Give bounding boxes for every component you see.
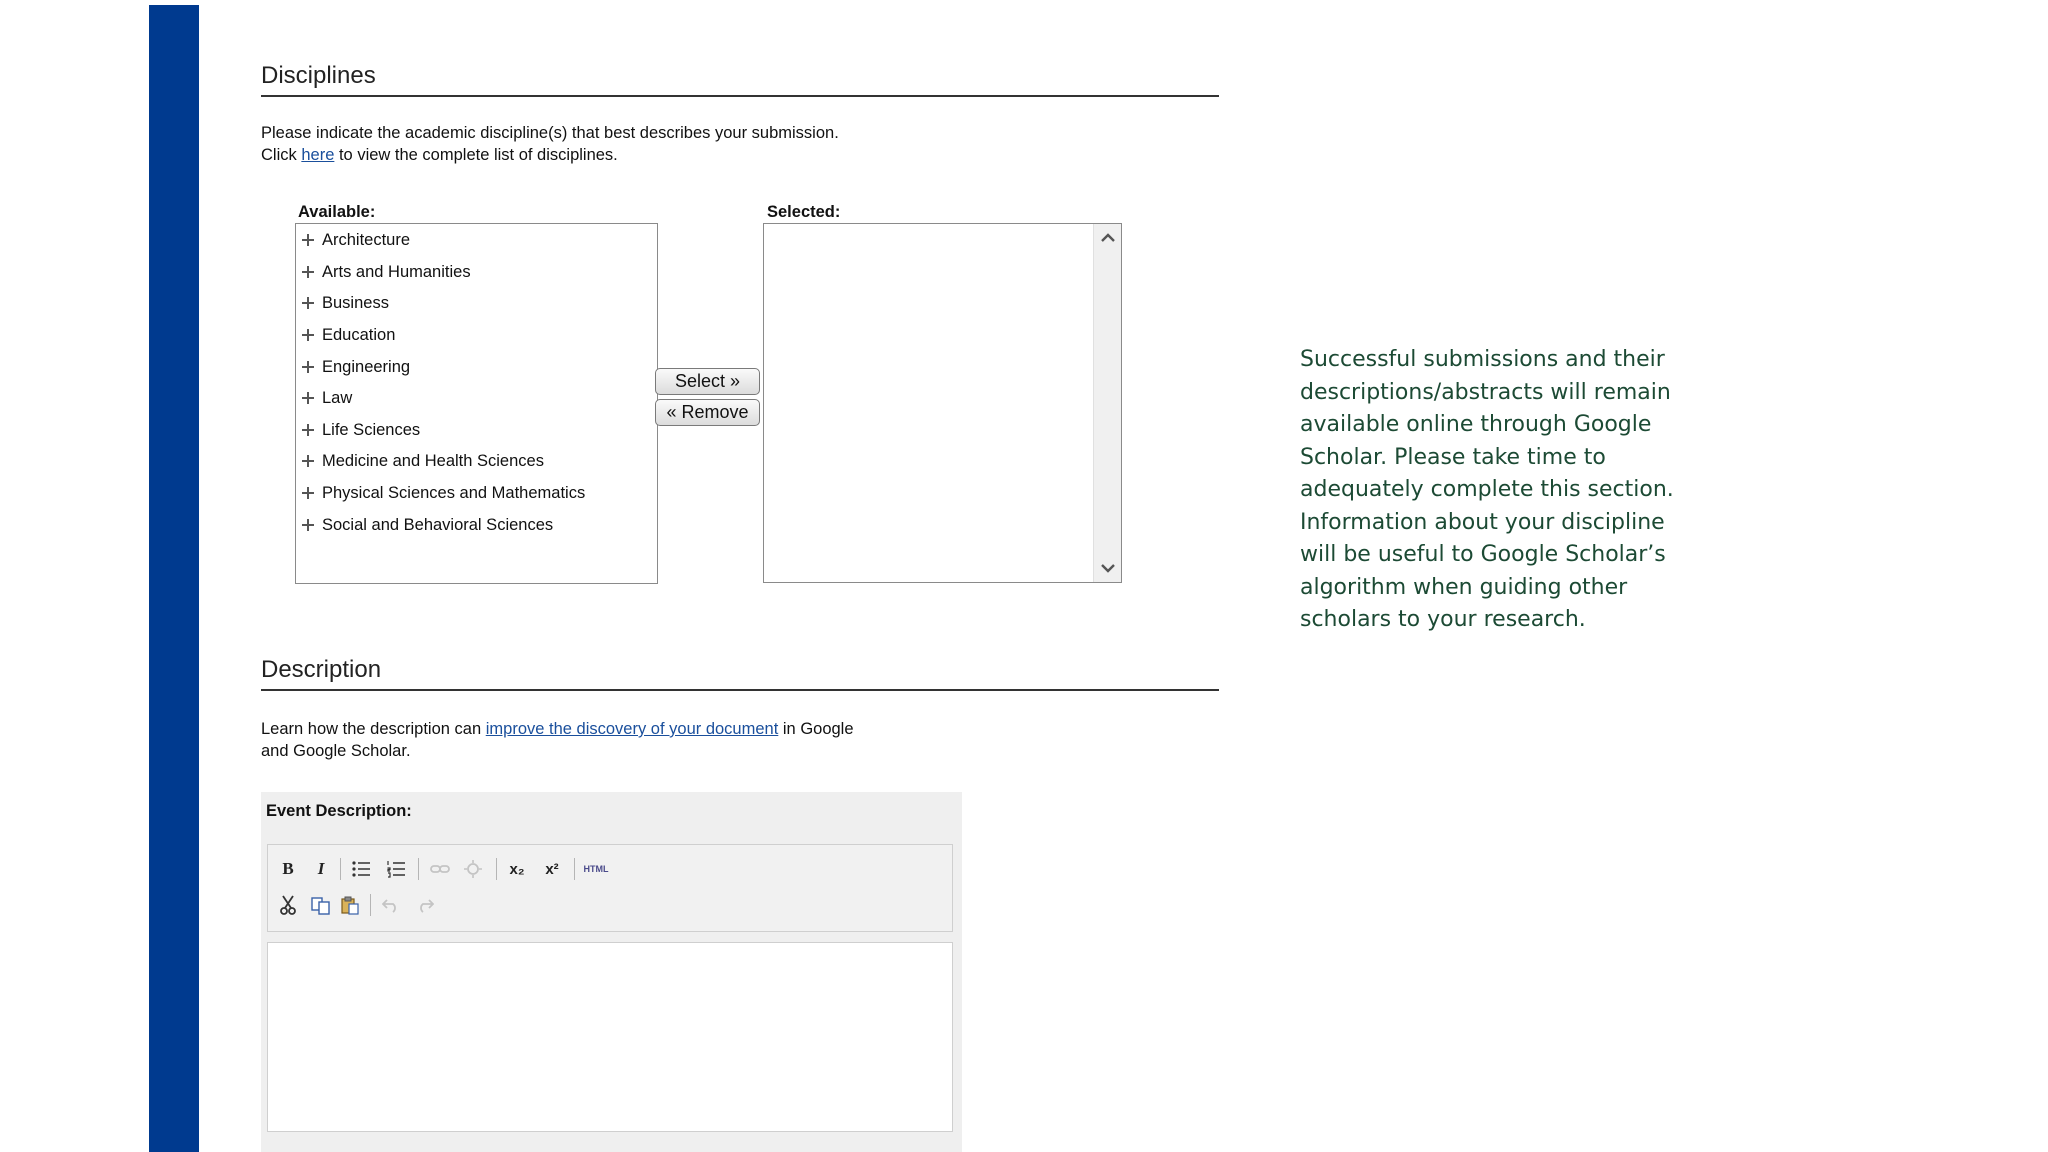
instruction-rest-text: to view the complete list of disciplines… bbox=[338, 146, 618, 164]
tree-item-label: Social and Behavioral Sciences bbox=[322, 515, 554, 534]
toolbar-separator bbox=[418, 858, 419, 880]
disciplines-divider bbox=[261, 95, 1219, 97]
tree-item-business[interactable]: Business bbox=[296, 291, 389, 315]
disciplines-list-link[interactable]: here bbox=[301, 146, 334, 164]
instruction-line-2: Click here to view the complete list of … bbox=[261, 144, 839, 166]
expand-plus-icon[interactable] bbox=[302, 519, 314, 531]
bulleted-list-icon[interactable] bbox=[349, 857, 373, 881]
bold-button[interactable]: B bbox=[276, 857, 300, 881]
tree-item-label: Engineering bbox=[322, 357, 411, 376]
select-button[interactable]: Select » bbox=[655, 368, 760, 395]
tree-item-label: Arts and Humanities bbox=[322, 262, 471, 281]
toolbar-separator bbox=[340, 858, 341, 880]
cut-icon[interactable] bbox=[276, 893, 300, 917]
disciplines-heading: Disciplines bbox=[261, 62, 376, 89]
tree-item-physical-sciences-and-mathematics[interactable]: Physical Sciences and Mathematics bbox=[296, 481, 585, 505]
toolbar-separator bbox=[370, 894, 371, 916]
event-description-label: Event Description: bbox=[266, 802, 412, 820]
paste-icon[interactable] bbox=[338, 893, 362, 917]
scroll-up-icon[interactable] bbox=[1094, 226, 1122, 250]
tree-item-label: Business bbox=[322, 293, 389, 312]
scroll-down-icon[interactable] bbox=[1094, 556, 1122, 580]
description-heading: Description bbox=[261, 656, 382, 683]
tree-item-arts-and-humanities[interactable]: Arts and Humanities bbox=[296, 260, 471, 284]
expand-plus-icon[interactable] bbox=[302, 297, 314, 309]
tree-item-label: Life Sciences bbox=[322, 420, 421, 439]
expand-plus-icon[interactable] bbox=[302, 329, 314, 341]
editor-toolbar: B I x₂ x² HTML bbox=[267, 844, 953, 932]
tree-item-label: Law bbox=[322, 388, 353, 407]
toolbar-separator bbox=[496, 858, 497, 880]
expand-plus-icon[interactable] bbox=[302, 424, 314, 436]
expand-plus-icon[interactable] bbox=[302, 487, 314, 499]
tree-item-label: Medicine and Health Sciences bbox=[322, 451, 544, 470]
redo-icon[interactable] bbox=[413, 893, 437, 917]
expand-plus-icon[interactable] bbox=[302, 392, 314, 404]
selected-disciplines-list[interactable] bbox=[763, 223, 1122, 583]
tree-item-life-sciences[interactable]: Life Sciences bbox=[296, 418, 420, 442]
tree-item-medicine-and-health-sciences[interactable]: Medicine and Health Sciences bbox=[296, 449, 544, 473]
expand-plus-icon[interactable] bbox=[302, 361, 314, 373]
subscript-button[interactable]: x₂ bbox=[505, 857, 529, 881]
tree-item-education[interactable]: Education bbox=[296, 323, 395, 347]
disciplines-instructions: Please indicate the academic discipline(… bbox=[261, 122, 839, 166]
tree-item-label: Architecture bbox=[322, 230, 411, 249]
selected-label: Selected: bbox=[767, 203, 841, 221]
description-line-2: and Google Scholar. bbox=[261, 742, 411, 760]
copy-icon[interactable] bbox=[309, 893, 333, 917]
improve-discovery-link[interactable]: improve the discovery of your document bbox=[486, 720, 779, 738]
numbered-list-icon[interactable] bbox=[384, 857, 408, 881]
undo-icon[interactable] bbox=[379, 893, 403, 917]
learn-suffix-text: in Google bbox=[782, 720, 854, 738]
expand-plus-icon[interactable] bbox=[302, 266, 314, 278]
toolbar-separator bbox=[574, 858, 575, 880]
description-divider bbox=[261, 689, 1219, 691]
tree-item-social-and-behavioral-sciences[interactable]: Social and Behavioral Sciences bbox=[296, 513, 553, 537]
unlink-icon[interactable] bbox=[461, 857, 485, 881]
event-description-editor: Event Description: B I x₂ x² HTML bbox=[261, 792, 962, 1152]
link-icon[interactable] bbox=[428, 857, 452, 881]
instruction-line-1: Please indicate the academic discipline(… bbox=[261, 124, 839, 142]
superscript-button[interactable]: x² bbox=[540, 857, 564, 881]
description-line-1: Learn how the description can improve th… bbox=[261, 718, 854, 740]
tree-item-label: Physical Sciences and Mathematics bbox=[322, 483, 586, 502]
tree-item-architecture[interactable]: Architecture bbox=[296, 228, 410, 252]
instruction-click-text: Click bbox=[261, 146, 297, 164]
tree-item-law[interactable]: Law bbox=[296, 386, 352, 410]
left-accent-bar bbox=[149, 5, 199, 1152]
description-instructions: Learn how the description can improve th… bbox=[261, 718, 854, 762]
selected-list-scrollbar[interactable] bbox=[1093, 224, 1121, 582]
expand-plus-icon[interactable] bbox=[302, 455, 314, 467]
html-source-button[interactable]: HTML bbox=[581, 857, 611, 881]
side-note: Successful submissions and their descrip… bbox=[1300, 347, 1674, 632]
remove-button[interactable]: « Remove bbox=[655, 399, 760, 426]
italic-button[interactable]: I bbox=[309, 857, 333, 881]
available-label: Available: bbox=[298, 203, 376, 221]
expand-plus-icon[interactable] bbox=[302, 234, 314, 246]
learn-prefix-text: Learn how the description can bbox=[261, 720, 482, 738]
tree-item-engineering[interactable]: Engineering bbox=[296, 355, 410, 379]
tree-item-label: Education bbox=[322, 325, 396, 344]
description-text-area[interactable] bbox=[267, 942, 953, 1132]
available-disciplines-list[interactable]: Architecture Arts and Humanities Busines… bbox=[295, 223, 658, 584]
